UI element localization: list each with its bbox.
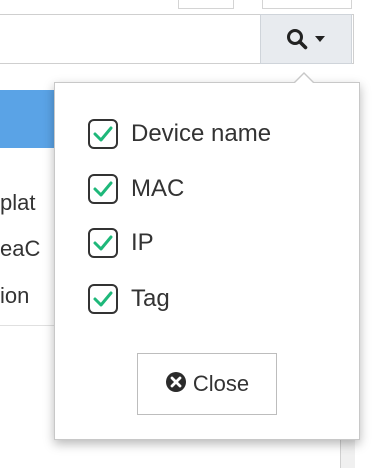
caret-down-icon <box>314 34 326 44</box>
checkbox[interactable] <box>88 284 118 314</box>
popover-arrow <box>294 74 314 84</box>
checkmark-icon <box>93 126 113 142</box>
partial-row-text: plat <box>0 190 36 215</box>
toolbar-fragment <box>178 0 234 9</box>
times-circle-icon <box>165 371 187 398</box>
search-icon <box>286 28 308 50</box>
checkmark-icon <box>93 181 113 197</box>
option-mac[interactable]: MAC <box>88 169 184 209</box>
toolbar-fragment <box>262 0 352 9</box>
option-ip[interactable]: IP <box>88 223 154 263</box>
checkbox[interactable] <box>88 174 118 204</box>
checkmark-icon <box>93 235 113 251</box>
checkbox[interactable] <box>88 228 118 258</box>
partial-row-text: ion <box>0 283 30 308</box>
search-options-button[interactable] <box>260 14 352 64</box>
partial-row-text: eaC <box>0 236 41 261</box>
divider <box>0 325 60 326</box>
option-device-name[interactable]: Device name <box>88 114 271 154</box>
option-label: MAC <box>131 175 185 202</box>
selected-row[interactable] <box>0 90 60 148</box>
checkmark-icon <box>93 291 113 307</box>
option-label: Device name <box>131 120 272 147</box>
scrollbar[interactable] <box>340 440 355 468</box>
column-filter-popover: Device name MAC IP Tag Close <box>54 72 360 440</box>
option-label: IP <box>131 229 154 256</box>
checkbox[interactable] <box>88 119 118 149</box>
option-label: Tag <box>131 285 170 312</box>
close-label: Close <box>192 371 250 396</box>
option-tag[interactable]: Tag <box>88 279 170 319</box>
close-button[interactable]: Close <box>137 353 277 415</box>
